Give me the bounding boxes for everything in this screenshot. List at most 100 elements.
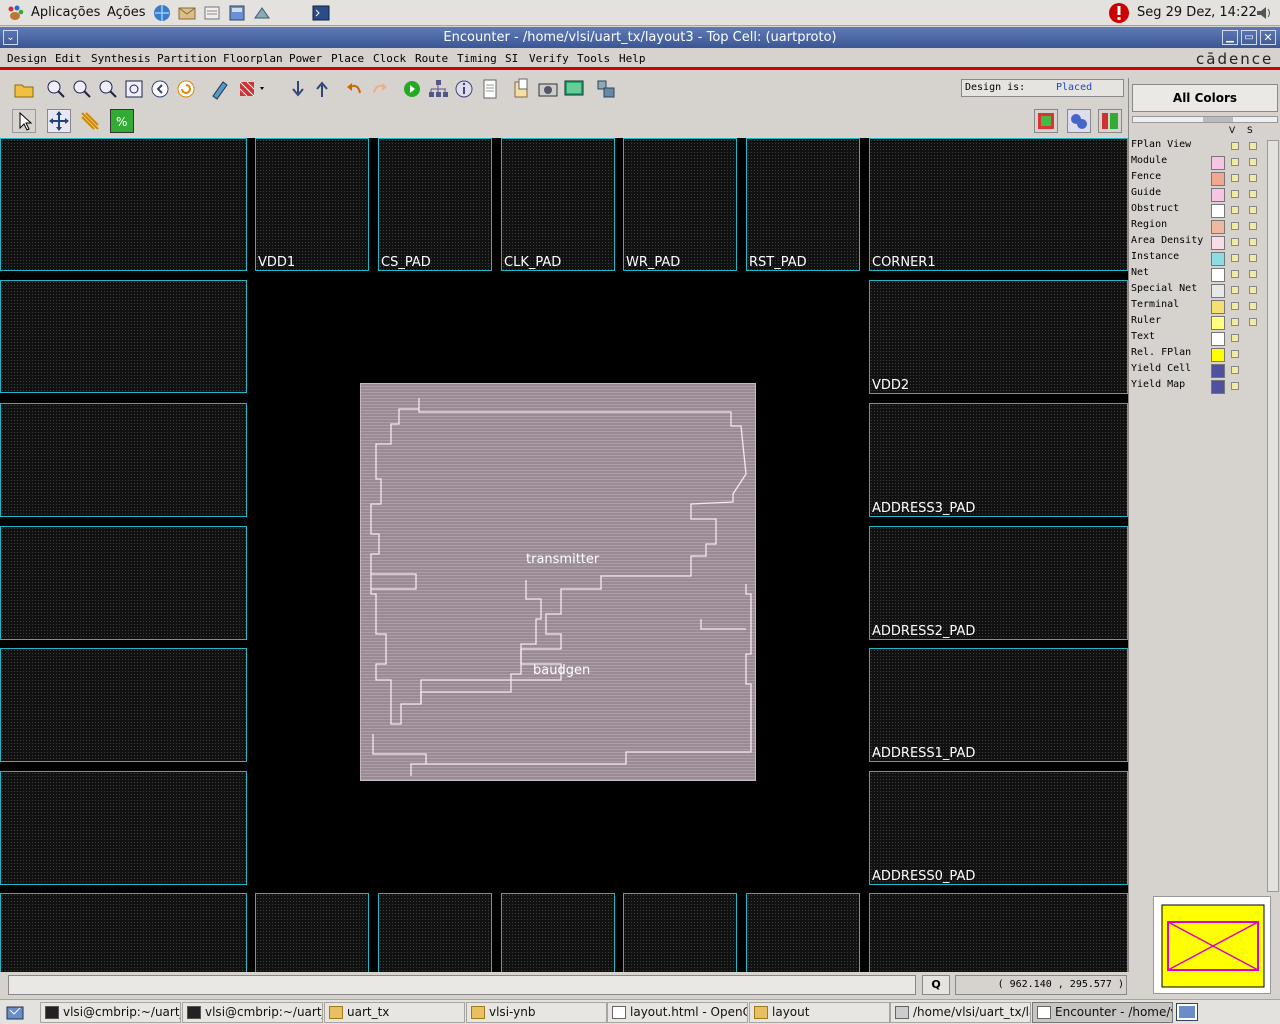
pad-vdd1[interactable]: VDD1: [255, 138, 369, 271]
pad-top-left-corner[interactable]: [0, 138, 247, 271]
menu-floorplan[interactable]: Floorplan: [223, 52, 283, 65]
floorplan-view-icon[interactable]: [1034, 109, 1058, 133]
maximize-button[interactable]: ▭: [1241, 30, 1257, 45]
pad-left[interactable]: [0, 526, 247, 640]
legend-color-swatch[interactable]: [1211, 380, 1225, 394]
menu-timing[interactable]: Timing: [457, 52, 497, 65]
pointer-mode-icon[interactable]: [12, 109, 36, 133]
open-folder-icon[interactable]: [12, 77, 36, 101]
pad-address0[interactable]: ADDRESS0_PAD: [869, 771, 1128, 885]
menu-verify[interactable]: Verify: [529, 52, 569, 65]
pad-rst[interactable]: RST_PAD: [746, 138, 860, 271]
hierarchy-up-icon[interactable]: [310, 77, 334, 101]
undo-icon[interactable]: [342, 77, 366, 101]
legend-color-swatch[interactable]: [1211, 188, 1225, 202]
camera-icon[interactable]: [536, 77, 560, 101]
pad-bottom[interactable]: [746, 893, 860, 972]
pad-wr[interactable]: WR_PAD: [623, 138, 737, 271]
design-browser-icon[interactable]: [426, 77, 450, 101]
menu-si[interactable]: SI: [505, 52, 518, 65]
color-pattern-icon[interactable]: [238, 77, 264, 101]
task-terminal-2[interactable]: vlsi@cmbrip:~/uart_: [182, 1002, 323, 1023]
menu-place[interactable]: Place: [331, 52, 364, 65]
selectable-checkbox[interactable]: [1249, 222, 1257, 230]
legend-row[interactable]: Terminal: [1131, 299, 1280, 315]
visible-checkbox[interactable]: [1231, 222, 1239, 230]
legend-color-swatch[interactable]: [1211, 316, 1225, 330]
volume-icon[interactable]: [1254, 4, 1272, 22]
pad-address3[interactable]: ADDRESS3_PAD: [869, 403, 1128, 517]
legend-color-swatch[interactable]: [1211, 364, 1225, 378]
menu-design[interactable]: Design: [7, 52, 47, 65]
clipboard-icon[interactable]: [510, 77, 534, 101]
visible-checkbox[interactable]: [1231, 350, 1239, 358]
all-colors-button[interactable]: All Colors: [1132, 84, 1278, 112]
legend-row[interactable]: Guide: [1131, 187, 1280, 203]
selectable-checkbox[interactable]: [1249, 254, 1257, 262]
visible-checkbox[interactable]: [1231, 190, 1239, 198]
visible-checkbox[interactable]: [1231, 382, 1239, 390]
legend-row[interactable]: Instance: [1131, 251, 1280, 267]
menu-help[interactable]: Help: [619, 52, 646, 65]
workspace-icon[interactable]: [594, 77, 618, 101]
writer-launcher-icon[interactable]: [202, 4, 222, 22]
legend-row[interactable]: Fence: [1131, 171, 1280, 187]
minimap[interactable]: [1153, 896, 1271, 994]
task-terminal-1[interactable]: vlsi@cmbrip:~/uart_: [40, 1002, 181, 1023]
legend-row[interactable]: Yield Map: [1131, 379, 1280, 395]
pad-left[interactable]: [0, 648, 247, 762]
gnome-foot-icon[interactable]: [6, 5, 24, 21]
pad-cs[interactable]: CS_PAD: [378, 138, 492, 271]
fit-view-icon[interactable]: [122, 77, 146, 101]
legend-row[interactable]: Module: [1131, 155, 1280, 171]
legend-color-swatch[interactable]: [1211, 236, 1225, 250]
close-button[interactable]: ✕: [1260, 30, 1276, 45]
pad-left[interactable]: [0, 771, 247, 885]
applications-menu[interactable]: Aplicações: [31, 5, 100, 20]
hierarchy-down-icon[interactable]: [286, 77, 310, 101]
visible-checkbox[interactable]: [1231, 254, 1239, 262]
menu-clock[interactable]: Clock: [373, 52, 406, 65]
legend-row[interactable]: Rel. FPlan: [1131, 347, 1280, 363]
pad-left[interactable]: [0, 403, 247, 517]
pad-bottom[interactable]: [255, 893, 369, 972]
redo-icon[interactable]: [368, 77, 392, 101]
legend-color-swatch[interactable]: [1211, 300, 1225, 314]
legend-color-swatch[interactable]: [1211, 220, 1225, 234]
pad-bottom[interactable]: [378, 893, 492, 972]
legend-row[interactable]: Ruler: [1131, 315, 1280, 331]
task-openoffice[interactable]: layout.html - OpenC: [607, 1002, 748, 1023]
task-file-browser[interactable]: /home/vlsi/uart_tx/la: [890, 1002, 1031, 1023]
visible-checkbox[interactable]: [1231, 174, 1239, 182]
pad-bottom[interactable]: [501, 893, 615, 972]
visible-checkbox[interactable]: [1231, 238, 1239, 246]
selectable-checkbox[interactable]: [1249, 238, 1257, 246]
task-encounter[interactable]: Encounter - /home/v: [1032, 1002, 1173, 1023]
legend-scrollbar[interactable]: [1267, 140, 1279, 892]
info-icon[interactable]: [452, 77, 476, 101]
calc-launcher-icon[interactable]: [227, 4, 247, 22]
visible-checkbox[interactable]: [1231, 302, 1239, 310]
pad-vdd2[interactable]: VDD2: [869, 280, 1128, 394]
screen-icon[interactable]: [562, 77, 586, 101]
previous-view-icon[interactable]: [148, 77, 172, 101]
impress-launcher-icon[interactable]: [252, 4, 272, 22]
legend-color-swatch[interactable]: [1211, 204, 1225, 218]
legend-color-swatch[interactable]: [1211, 172, 1225, 186]
task-folder-uart-tx[interactable]: uart_tx: [324, 1002, 465, 1023]
zoom-in-icon[interactable]: [44, 77, 68, 101]
workspace-switcher[interactable]: [1176, 1003, 1198, 1021]
legend-color-swatch[interactable]: [1211, 268, 1225, 282]
run-icon[interactable]: [400, 77, 424, 101]
minimize-button[interactable]: ▁: [1222, 30, 1238, 45]
pad-corner1[interactable]: CORNER1: [869, 138, 1128, 271]
zoom-area-icon[interactable]: [96, 77, 120, 101]
physical-view-icon[interactable]: [1098, 109, 1122, 133]
selectable-checkbox[interactable]: [1249, 142, 1257, 150]
pad-bottom[interactable]: [0, 893, 247, 972]
selectable-checkbox[interactable]: [1249, 158, 1257, 166]
pad-bottom[interactable]: [869, 893, 1128, 972]
visible-checkbox[interactable]: [1231, 286, 1239, 294]
visible-checkbox[interactable]: [1231, 318, 1239, 326]
task-folder-layout[interactable]: layout: [749, 1002, 890, 1023]
